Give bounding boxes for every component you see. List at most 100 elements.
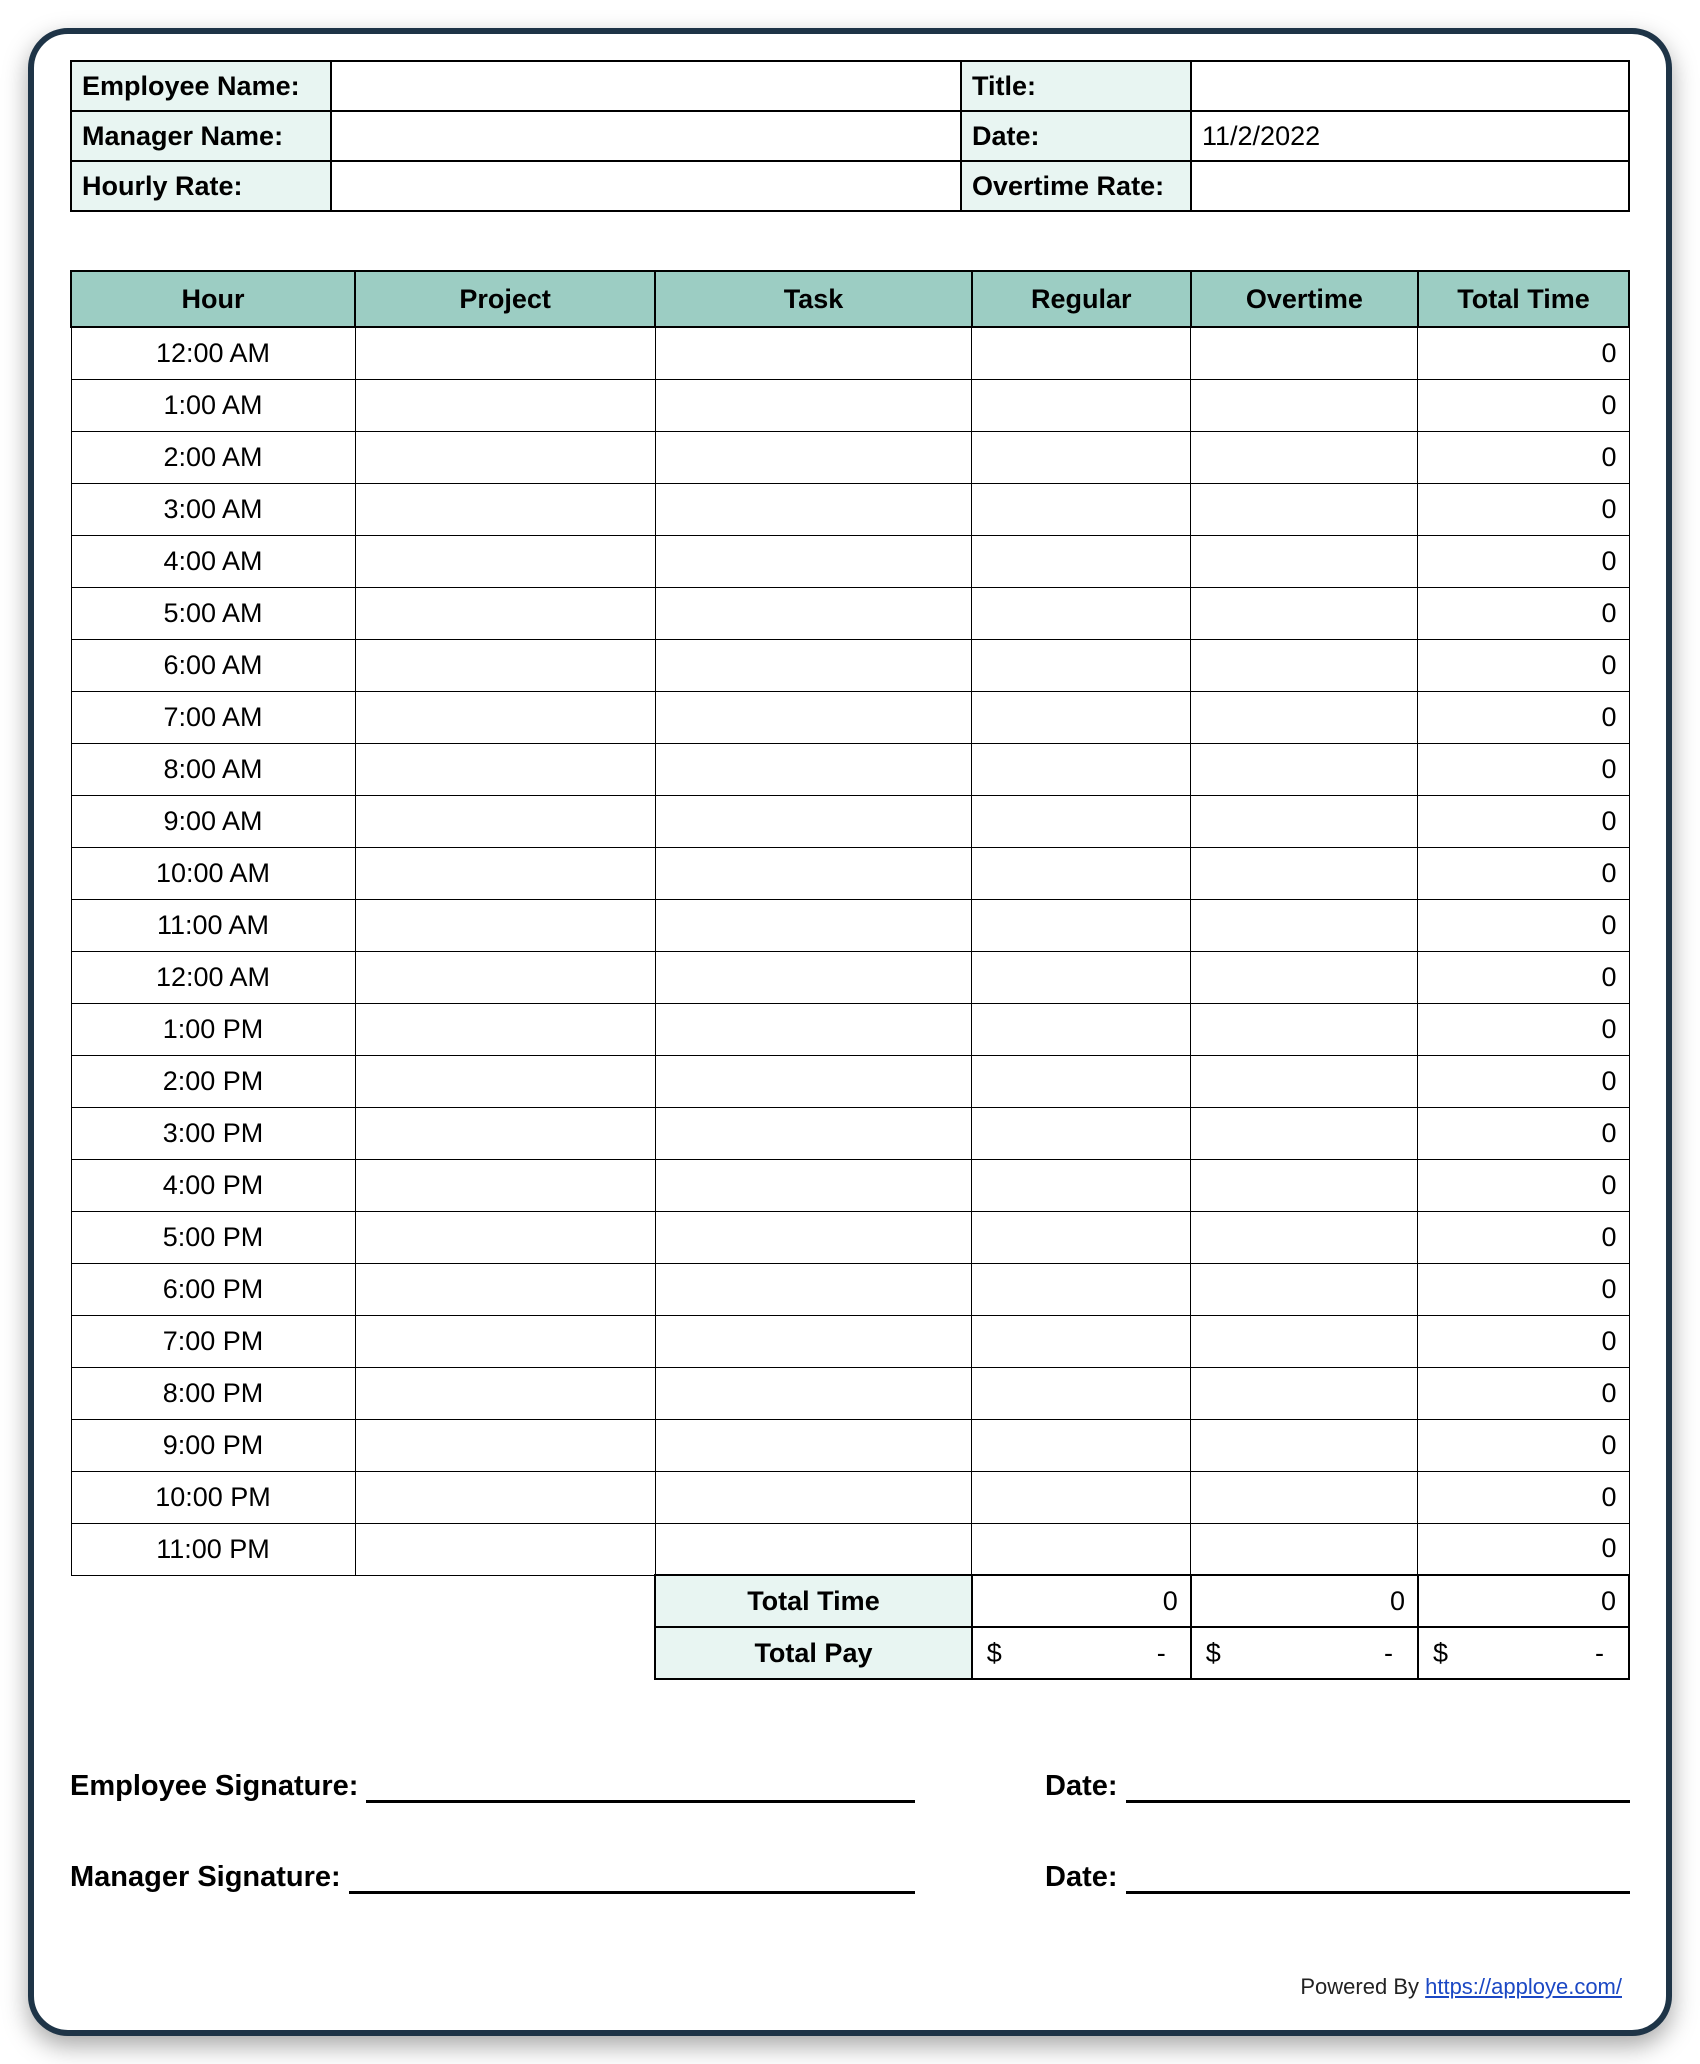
cell-project[interactable] [355, 1107, 655, 1159]
cell-task[interactable] [655, 535, 971, 587]
cell-project[interactable] [355, 327, 655, 379]
cell-regular[interactable] [972, 1419, 1191, 1471]
cell-task[interactable] [655, 743, 971, 795]
cell-task[interactable] [655, 639, 971, 691]
cell-overtime[interactable] [1191, 795, 1418, 847]
cell-regular[interactable] [972, 795, 1191, 847]
cell-regular[interactable] [972, 1107, 1191, 1159]
cell-overtime[interactable] [1191, 1263, 1418, 1315]
cell-overtime[interactable] [1191, 743, 1418, 795]
cell-overtime[interactable] [1191, 1471, 1418, 1523]
cell-regular[interactable] [972, 1315, 1191, 1367]
cell-regular[interactable] [972, 1003, 1191, 1055]
manager-signature-date-line[interactable] [1126, 1864, 1630, 1894]
cell-task[interactable] [655, 379, 971, 431]
cell-regular[interactable] [972, 1263, 1191, 1315]
cell-regular[interactable] [972, 483, 1191, 535]
cell-task[interactable] [655, 795, 971, 847]
cell-overtime[interactable] [1191, 847, 1418, 899]
cell-task[interactable] [655, 1211, 971, 1263]
cell-project[interactable] [355, 1367, 655, 1419]
manager-name-value[interactable] [331, 111, 961, 161]
cell-task[interactable] [655, 1263, 971, 1315]
cell-regular[interactable] [972, 1471, 1191, 1523]
cell-project[interactable] [355, 379, 655, 431]
cell-overtime[interactable] [1191, 431, 1418, 483]
cell-task[interactable] [655, 899, 971, 951]
cell-task[interactable] [655, 1003, 971, 1055]
cell-regular[interactable] [972, 899, 1191, 951]
cell-overtime[interactable] [1191, 691, 1418, 743]
cell-regular[interactable] [972, 639, 1191, 691]
cell-project[interactable] [355, 1471, 655, 1523]
cell-task[interactable] [655, 587, 971, 639]
cell-regular[interactable] [972, 327, 1191, 379]
cell-regular[interactable] [972, 691, 1191, 743]
cell-project[interactable] [355, 431, 655, 483]
manager-signature-line[interactable] [349, 1864, 915, 1894]
cell-overtime[interactable] [1191, 1003, 1418, 1055]
cell-overtime[interactable] [1191, 587, 1418, 639]
cell-overtime[interactable] [1191, 327, 1418, 379]
cell-overtime[interactable] [1191, 1107, 1418, 1159]
cell-regular[interactable] [972, 431, 1191, 483]
cell-overtime[interactable] [1191, 535, 1418, 587]
cell-task[interactable] [655, 1367, 971, 1419]
employee-signature-date-line[interactable] [1126, 1773, 1630, 1803]
cell-task[interactable] [655, 847, 971, 899]
cell-project[interactable] [355, 847, 655, 899]
powered-by-link[interactable]: https://apploye.com/ [1425, 1974, 1622, 1999]
cell-overtime[interactable] [1191, 1159, 1418, 1211]
employee-name-value[interactable] [331, 61, 961, 111]
cell-project[interactable] [355, 691, 655, 743]
cell-overtime[interactable] [1191, 1055, 1418, 1107]
cell-project[interactable] [355, 1159, 655, 1211]
cell-task[interactable] [655, 1055, 971, 1107]
cell-project[interactable] [355, 1315, 655, 1367]
cell-project[interactable] [355, 639, 655, 691]
cell-regular[interactable] [972, 1523, 1191, 1575]
cell-project[interactable] [355, 899, 655, 951]
cell-project[interactable] [355, 483, 655, 535]
cell-overtime[interactable] [1191, 379, 1418, 431]
date-value[interactable]: 11/2/2022 [1191, 111, 1629, 161]
cell-project[interactable] [355, 951, 655, 1003]
cell-task[interactable] [655, 1523, 971, 1575]
cell-overtime[interactable] [1191, 1211, 1418, 1263]
overtime-rate-value[interactable] [1191, 161, 1629, 211]
cell-overtime[interactable] [1191, 1419, 1418, 1471]
cell-regular[interactable] [972, 1211, 1191, 1263]
cell-project[interactable] [355, 1211, 655, 1263]
cell-regular[interactable] [972, 379, 1191, 431]
cell-task[interactable] [655, 691, 971, 743]
cell-task[interactable] [655, 327, 971, 379]
cell-overtime[interactable] [1191, 899, 1418, 951]
cell-task[interactable] [655, 951, 971, 1003]
cell-regular[interactable] [972, 951, 1191, 1003]
hourly-rate-value[interactable] [331, 161, 961, 211]
cell-project[interactable] [355, 535, 655, 587]
cell-project[interactable] [355, 1055, 655, 1107]
cell-project[interactable] [355, 795, 655, 847]
cell-task[interactable] [655, 1315, 971, 1367]
cell-regular[interactable] [972, 743, 1191, 795]
cell-project[interactable] [355, 1263, 655, 1315]
cell-regular[interactable] [972, 535, 1191, 587]
cell-overtime[interactable] [1191, 1315, 1418, 1367]
employee-signature-line[interactable] [366, 1773, 915, 1803]
cell-task[interactable] [655, 431, 971, 483]
cell-task[interactable] [655, 1471, 971, 1523]
cell-project[interactable] [355, 587, 655, 639]
cell-overtime[interactable] [1191, 483, 1418, 535]
cell-regular[interactable] [972, 1055, 1191, 1107]
cell-project[interactable] [355, 743, 655, 795]
cell-project[interactable] [355, 1003, 655, 1055]
cell-project[interactable] [355, 1419, 655, 1471]
cell-regular[interactable] [972, 847, 1191, 899]
cell-task[interactable] [655, 1107, 971, 1159]
cell-task[interactable] [655, 1419, 971, 1471]
cell-task[interactable] [655, 1159, 971, 1211]
cell-regular[interactable] [972, 1367, 1191, 1419]
cell-overtime[interactable] [1191, 1523, 1418, 1575]
cell-project[interactable] [355, 1523, 655, 1575]
